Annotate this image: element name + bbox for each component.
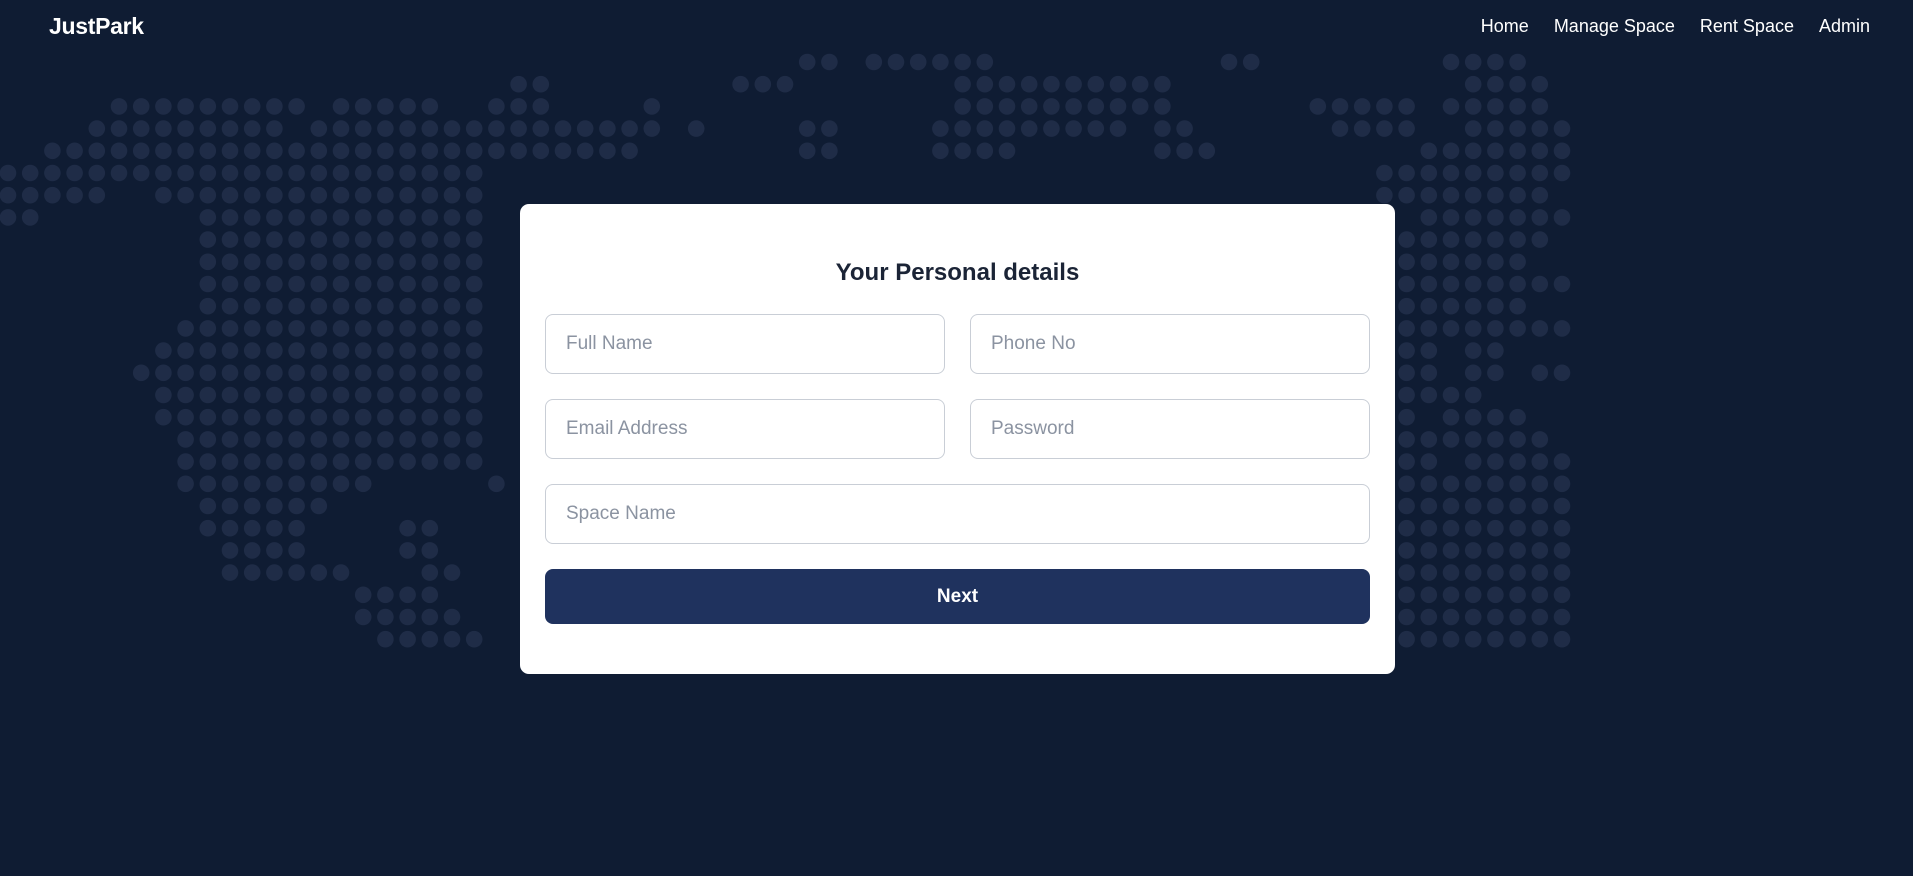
phone-input[interactable] — [970, 314, 1370, 374]
nav-link-rent-space[interactable]: Rent Space — [1700, 16, 1794, 37]
personal-details-card: Your Personal details Next — [520, 204, 1395, 674]
space-name-input[interactable] — [545, 484, 1370, 544]
brand-logo[interactable]: JustPark — [49, 13, 144, 40]
navbar: JustPark Home Manage Space Rent Space Ad… — [0, 0, 1913, 56]
nav-link-admin[interactable]: Admin — [1819, 16, 1870, 37]
next-button[interactable]: Next — [545, 569, 1370, 624]
nav-link-home[interactable]: Home — [1481, 16, 1529, 37]
nav-link-manage-space[interactable]: Manage Space — [1554, 16, 1675, 37]
form-title: Your Personal details — [835, 259, 1080, 286]
nav-links: Home Manage Space Rent Space Admin — [1481, 16, 1870, 37]
email-input[interactable] — [545, 399, 945, 459]
password-input[interactable] — [970, 399, 1370, 459]
page: JustPark Home Manage Space Rent Space Ad… — [0, 0, 1913, 876]
full-name-input[interactable] — [545, 314, 945, 374]
